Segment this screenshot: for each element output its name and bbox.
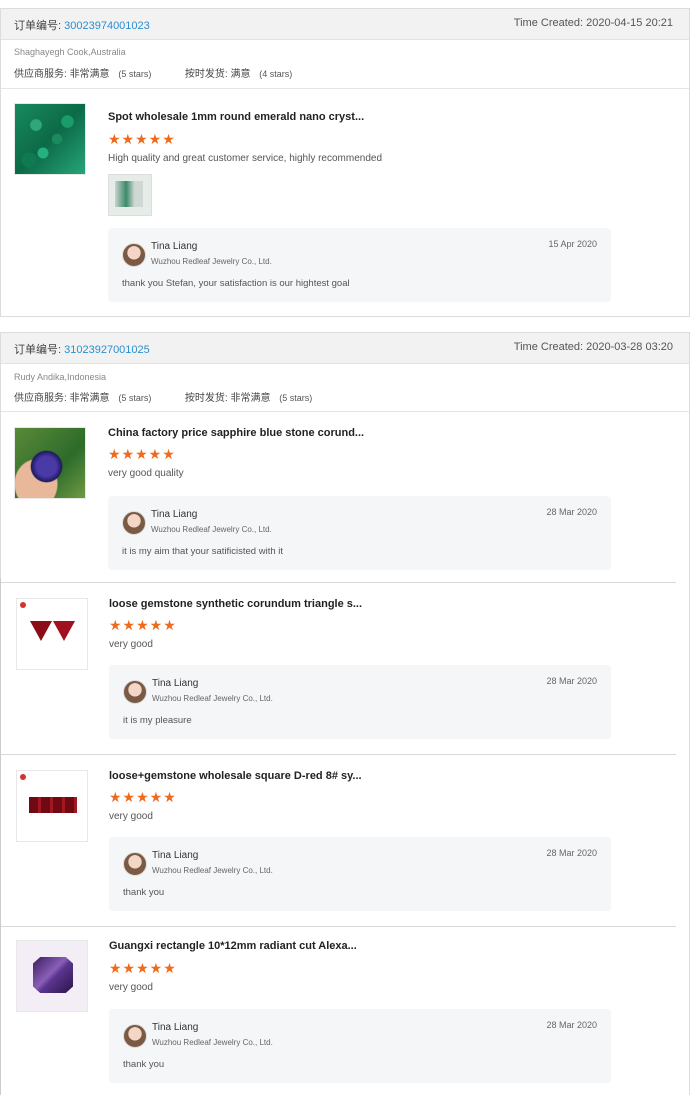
review-item: Spot wholesale 1mm round emerald nano cr… — [1, 89, 691, 318]
star-rating: ★★★★★ — [108, 131, 176, 147]
order-ratings: 供应商服务: 非常满意 (5 stars) 按时发货: 满意 (4 stars) — [14, 65, 292, 80]
reply-name: Tina Liang — [152, 850, 199, 861]
service-label: 供应商服务: — [14, 69, 67, 80]
order-card: 订单编号: 30023974001023 Time Created: 2020-… — [0, 8, 690, 317]
order-ratings: 供应商服务: 非常满意 (5 stars) 按时发货: 非常满意 (5 star… — [14, 389, 312, 404]
reply-text: thank you — [123, 887, 165, 898]
review-comment: very good — [109, 982, 153, 993]
star-rating: ★★★★★ — [108, 446, 176, 462]
buyer-name: Rudy Andika,Indonesia — [14, 372, 107, 382]
star-rating: ★★★★★ — [109, 789, 177, 805]
ontime-label: 按时发货: — [184, 393, 228, 404]
order-card: 订单编号: 31023927001025 Time Created: 2020-… — [0, 332, 690, 1095]
ontime-value: 非常满意 — [230, 393, 271, 404]
product-title[interactable]: loose gemstone synthetic corundum triang… — [109, 598, 362, 610]
reply-date: 15 Apr 2020 — [548, 239, 597, 249]
product-thumbnail[interactable] — [16, 940, 88, 1012]
product-title[interactable]: Spot wholesale 1mm round emerald nano cr… — [108, 111, 364, 123]
review-item: loose+gemstone wholesale square D-red 8#… — [1, 755, 691, 925]
ontime-stars: (5 stars) — [279, 393, 313, 403]
seller-reply: Tina Liang Wuzhou Redleaf Jewelry Co., L… — [109, 837, 611, 911]
order-label-text: 订单编号: — [14, 344, 62, 356]
order-header: 订单编号: 30023974001023 Time Created: 2020-… — [1, 9, 689, 40]
service-stars: (5 stars) — [118, 393, 152, 403]
seller-avatar — [122, 511, 146, 535]
reply-text: thank you — [123, 1059, 165, 1070]
product-thumbnail[interactable] — [16, 770, 88, 842]
review-item: Guangxi rectangle 10*12mm radiant cut Al… — [1, 927, 691, 1096]
reply-text: it is my pleasure — [123, 715, 192, 726]
review-photo[interactable] — [108, 174, 152, 216]
seller-reply: Tina Liang Wuzhou Redleaf Jewelry Co., L… — [108, 496, 611, 570]
order-label-text: 订单编号: — [14, 20, 62, 32]
product-thumbnail[interactable] — [14, 103, 86, 175]
order-number-link[interactable]: 30023974001023 — [64, 20, 150, 32]
seller-avatar — [123, 852, 147, 876]
buyer-name: Shaghayegh Cook,Australia — [14, 47, 126, 57]
review-item: loose gemstone synthetic corundum triang… — [1, 583, 691, 753]
ontime-label: 按时发货: — [184, 69, 228, 80]
product-thumbnail[interactable] — [16, 598, 88, 670]
reply-date: 28 Mar 2020 — [546, 507, 597, 517]
seller-reply: Tina Liang Wuzhou Redleaf Jewelry Co., L… — [109, 665, 611, 739]
service-stars: (5 stars) — [118, 69, 152, 79]
reply-name: Tina Liang — [152, 678, 199, 689]
review-comment: very good — [109, 811, 153, 822]
order-number-label: 订单编号: 30023974001023 — [14, 17, 150, 33]
order-header: 订单编号: 31023927001025 Time Created: 2020-… — [1, 333, 689, 364]
reply-date: 28 Mar 2020 — [546, 848, 597, 858]
divider — [0, 578, 1, 1095]
reply-name: Tina Liang — [152, 1022, 199, 1033]
reply-company: Wuzhou Redleaf Jewelry Co., Ltd. — [152, 694, 273, 703]
reply-date: 28 Mar 2020 — [546, 676, 597, 686]
time-created: Time Created: 2020-04-15 20:21 — [513, 17, 673, 29]
seller-avatar — [123, 1024, 147, 1048]
service-label: 供应商服务: — [14, 393, 67, 404]
review-comment: very good quality — [108, 468, 184, 479]
product-thumbnail[interactable] — [14, 427, 86, 499]
seller-avatar — [123, 680, 147, 704]
star-rating: ★★★★★ — [109, 960, 177, 976]
reply-company: Wuzhou Redleaf Jewelry Co., Ltd. — [152, 866, 273, 875]
product-title[interactable]: loose+gemstone wholesale square D-red 8#… — [109, 770, 362, 782]
ontime-value: 满意 — [230, 69, 251, 80]
reply-text: thank you Stefan, your satisfaction is o… — [122, 278, 350, 289]
reply-name: Tina Liang — [151, 241, 198, 252]
review-item: China factory price sapphire blue stone … — [1, 412, 691, 582]
star-rating: ★★★★★ — [109, 617, 177, 633]
review-comment: High quality and great customer service,… — [108, 153, 383, 164]
ontime-stars: (4 stars) — [259, 69, 293, 79]
seller-reply: Tina Liang Wuzhou Redleaf Jewelry Co., L… — [108, 228, 611, 302]
order-number-link[interactable]: 31023927001025 — [64, 344, 150, 356]
reply-name: Tina Liang — [151, 509, 198, 520]
product-title[interactable]: China factory price sapphire blue stone … — [108, 427, 364, 439]
reply-company: Wuzhou Redleaf Jewelry Co., Ltd. — [151, 525, 272, 534]
reply-date: 28 Mar 2020 — [546, 1020, 597, 1030]
review-comment: very good — [109, 639, 153, 650]
order-number-label: 订单编号: 31023927001025 — [14, 341, 150, 357]
reply-company: Wuzhou Redleaf Jewelry Co., Ltd. — [152, 1038, 273, 1047]
seller-reply: Tina Liang Wuzhou Redleaf Jewelry Co., L… — [109, 1009, 611, 1083]
service-value: 非常满意 — [69, 393, 110, 404]
service-value: 非常满意 — [69, 69, 110, 80]
reply-text: it is my aim that your satificisted with… — [122, 546, 284, 557]
reply-company: Wuzhou Redleaf Jewelry Co., Ltd. — [151, 257, 272, 266]
product-title[interactable]: Guangxi rectangle 10*12mm radiant cut Al… — [109, 940, 357, 952]
seller-avatar — [122, 243, 146, 267]
time-created: Time Created: 2020-03-28 03:20 — [513, 341, 673, 353]
